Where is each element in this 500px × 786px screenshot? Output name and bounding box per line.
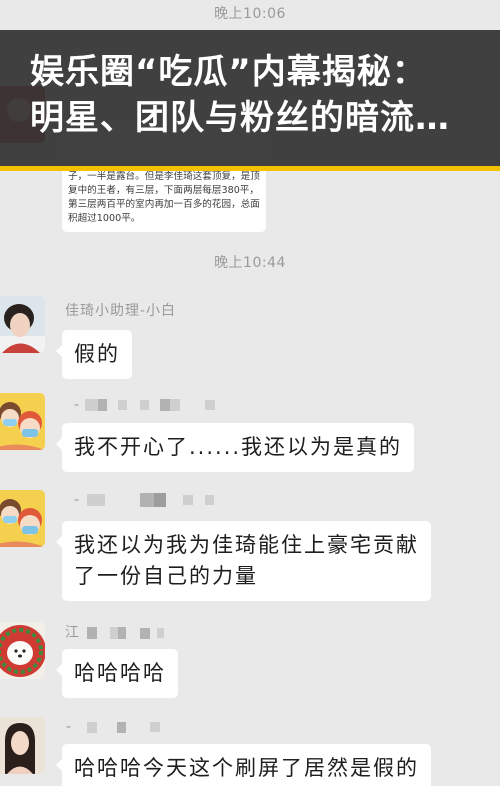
timestamp: 晚上10:06 — [214, 6, 286, 22]
mosaic-block — [205, 495, 214, 505]
message-text-line: 了一份自己的力量 — [74, 564, 258, 588]
headline-line: 明星、团队与粉丝的暗流… — [30, 98, 450, 138]
message-text-line: 积超过1000平。 — [68, 213, 141, 224]
avatar-image — [0, 490, 45, 547]
name-mosaic — [65, 397, 265, 413]
message-text-line: 第三层两百平的室内再加一百多的花园，总面 — [68, 199, 260, 210]
mosaic-block — [87, 722, 97, 733]
mosaic-block — [140, 628, 150, 639]
sender-name: - — [65, 397, 365, 413]
message-text: 哈哈哈哈 — [74, 661, 166, 685]
sender-name: - — [65, 719, 365, 735]
mosaic-block — [205, 400, 215, 410]
sender-name: 佳琦小助理-小白 — [65, 303, 365, 319]
woman-photo-avatar[interactable] — [0, 717, 45, 774]
mosaic-block — [87, 494, 105, 506]
message-bubble[interactable]: 假的 — [56, 330, 132, 379]
message-bubble[interactable]: 我还以为我为佳琦能住上豪宅贡献 了一份自己的力量 — [56, 521, 431, 601]
mosaic-block — [170, 399, 180, 411]
mosaic-block — [140, 400, 149, 410]
chat-message: - 哈哈哈今天这个刷屏了居然是假的 — [0, 717, 500, 786]
name-mosaic — [65, 719, 265, 735]
chat-message: - 我不开心了......我还以为是真的 — [0, 393, 500, 472]
mosaic-block — [150, 722, 160, 732]
message-bubble[interactable]: 我不开心了......我还以为是真的 — [55, 423, 415, 472]
message-text: 我不开心了......我还以为是真的 — [74, 435, 403, 459]
chat-message: 佳琦小助理-小白 假的 — [0, 296, 500, 379]
mosaic-block — [140, 493, 154, 507]
chat-message: - 我还以为我为佳琦能住上豪宅贡献 了一份自己的力量 — [0, 490, 500, 601]
mosaic-block — [117, 722, 126, 733]
chat-message: 江 哈哈哈哈 — [0, 622, 500, 698]
banner-accent-line — [0, 166, 500, 171]
name-mosaic — [65, 492, 265, 508]
masked-kids-cartoon-avatar[interactable] — [0, 393, 45, 450]
timestamp: 晚上10:44 — [214, 255, 286, 271]
mosaic-block — [157, 628, 164, 638]
headline-line: 娱乐圈“吃瓜”内幕揭秘： — [30, 52, 427, 92]
message-text-line: 复中的王者，有三层，下面两层每层380平， — [68, 185, 259, 196]
avatar-image — [0, 296, 45, 353]
message-bubble[interactable]: 哈哈哈哈 — [56, 649, 178, 698]
sender-name: - — [65, 492, 365, 508]
masked-kids-cartoon-avatar[interactable] — [0, 490, 45, 547]
mosaic-block — [98, 399, 107, 411]
mosaic-block — [183, 495, 193, 505]
mosaic-block — [110, 627, 118, 639]
person-photo-avatar[interactable] — [0, 296, 45, 353]
sender-name-text: 佳琦小助理-小白 — [65, 303, 177, 319]
mosaic-block — [85, 399, 98, 411]
headline-banner: 娱乐圈“吃瓜”内幕揭秘： 明星、团队与粉丝的暗流… — [0, 30, 500, 166]
mosaic-block — [118, 627, 126, 639]
dog-wreath-avatar[interactable] — [0, 622, 45, 679]
group-chat-screenshot: 晚上10:06 子，一半是露台。但是李佳琦这套顶复，是顶 复中的王者，有三层，下… — [0, 0, 500, 786]
message-bubble[interactable]: 哈哈哈今天这个刷屏了居然是假的 — [56, 744, 431, 786]
message-text: 假的 — [74, 342, 120, 366]
name-mosaic — [65, 625, 265, 641]
message-text: 哈哈哈今天这个刷屏了居然是假的 — [74, 756, 419, 780]
sender-name: 江 — [65, 625, 365, 641]
avatar-image — [0, 622, 45, 679]
avatar-image — [0, 393, 45, 450]
mosaic-block — [87, 627, 97, 639]
mosaic-block — [118, 400, 127, 410]
message-text-line: 我还以为我为佳琦能住上豪宅贡献 — [74, 533, 419, 557]
mosaic-block — [154, 493, 166, 507]
message-text-line: 子，一半是露台。但是李佳琦这套顶复，是顶 — [68, 171, 260, 182]
mosaic-block — [160, 399, 170, 411]
avatar-image — [0, 717, 45, 774]
